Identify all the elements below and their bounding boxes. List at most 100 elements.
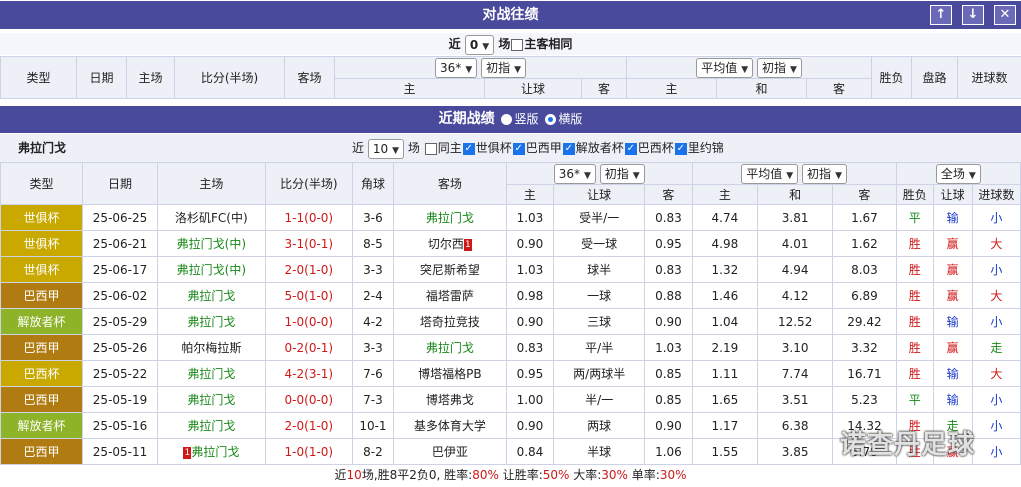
score[interactable]: 1-0(1-0): [264, 438, 353, 465]
avg-select[interactable]: 平均值 ▼: [741, 163, 799, 184]
move-up-button[interactable]: ↑: [930, 5, 952, 25]
handicap-result-text: 输: [946, 367, 959, 381]
score[interactable]: 1-1(0-0): [264, 204, 353, 231]
scope-select[interactable]: 全场 ▼: [935, 163, 981, 184]
table-row[interactable]: 巴西杯 25-05-22 弗拉门戈 4-2(3-1) 7-6 博塔福格PB 0.95 两/两球…: [0, 360, 1021, 387]
away-team[interactable]: 弗拉门戈: [392, 204, 507, 231]
table-row[interactable]: 巴西甲 25-05-26 帕尔梅拉斯 0-2(0-1) 3-3 弗拉门戈 0.83 平/半 1.…: [0, 334, 1021, 361]
goals-result-text: 小: [990, 393, 1003, 407]
home-team[interactable]: 弗拉门戈: [156, 386, 266, 413]
away-team[interactable]: 博塔福格PB: [392, 360, 507, 387]
home-team[interactable]: 弗拉门戈: [156, 308, 266, 335]
summary-text: 单率:: [627, 468, 660, 482]
field-label: 场: [498, 37, 511, 51]
filter-checkbox[interactable]: ✓: [674, 142, 687, 155]
filter-checkbox[interactable]: ✓: [462, 142, 475, 155]
match-type-text: 解放者杯: [17, 419, 66, 433]
h2h-count-select[interactable]: 0 ▼: [464, 34, 495, 55]
score-text: 1-0(0-0): [284, 314, 334, 329]
watermark: 诺查丹足球: [840, 430, 976, 460]
recent-header: 近期战绩 竖版 横版: [0, 106, 1021, 133]
score[interactable]: 2-0(1-0): [264, 256, 353, 283]
near-label: 近: [448, 37, 461, 51]
sub-home: 主: [505, 184, 555, 205]
handicap-result: 输: [932, 204, 973, 231]
odds-home: 0.84: [505, 438, 555, 465]
close-button[interactable]: ✕: [994, 5, 1016, 25]
odds-type-select[interactable]: 初指 ▼: [599, 163, 645, 184]
match-type-text: 解放者杯: [17, 315, 66, 329]
same-home-away-checkbox[interactable]: [511, 38, 524, 51]
score[interactable]: 1-0(0-0): [264, 308, 353, 335]
goals-result: 大: [971, 282, 1021, 309]
home-team[interactable]: 弗拉门戈(中): [156, 230, 266, 257]
away-team[interactable]: 塔奇拉竞技: [392, 308, 507, 335]
handicap-result: 赢: [932, 282, 973, 309]
home-team[interactable]: 弗拉门戈: [156, 282, 266, 309]
col-result: 胜负: [871, 56, 913, 99]
result-text: 胜: [908, 289, 921, 303]
filter-checkbox[interactable]: ✓: [624, 142, 637, 155]
score[interactable]: 4-2(3-1): [264, 360, 353, 387]
table-row[interactable]: 解放者杯 25-05-29 弗拉门戈 1-0(0-0) 4-2 塔奇拉竞技 0.90 三球 0.…: [0, 308, 1021, 335]
odds-home: 0.98: [505, 282, 555, 309]
table-row[interactable]: 巴西甲 25-05-19 弗拉门戈 0-0(0-0) 7-3 博塔弗戈 1.00 半/一 0.8…: [0, 386, 1021, 413]
away-team[interactable]: 福塔雷萨: [392, 282, 507, 309]
goals-result: 走: [971, 334, 1021, 361]
home-team[interactable]: 弗拉门戈: [156, 360, 266, 387]
summary-count: 10: [346, 468, 362, 482]
goals-result-text: 大: [990, 289, 1003, 303]
company-select-cell: 36* ▼ 初指 ▼: [505, 162, 693, 185]
corners-text: 8-5: [363, 236, 383, 251]
move-down-button[interactable]: ↓: [962, 5, 984, 25]
away-team[interactable]: 基多体育大学: [392, 412, 507, 439]
home-team[interactable]: 洛杉矶FC(中): [156, 204, 266, 231]
goals-result: 小: [971, 438, 1021, 465]
away-team[interactable]: 弗拉门戈: [392, 334, 507, 361]
home-team[interactable]: 1弗拉门戈: [156, 438, 266, 465]
company-select[interactable]: 36* ▼: [435, 57, 478, 78]
table-row[interactable]: 世俱杯 25-06-25 洛杉矶FC(中) 1-1(0-0) 3-6 弗拉门戈 1.03 受半…: [0, 204, 1021, 231]
vertical-radio[interactable]: [501, 113, 513, 125]
home-team[interactable]: 帕尔梅拉斯: [156, 334, 266, 361]
filter-checkbox[interactable]: ✓: [512, 142, 525, 155]
away-team[interactable]: 巴伊亚: [392, 438, 507, 465]
filter-checkbox[interactable]: ✓: [562, 142, 575, 155]
away-team[interactable]: 突尼斯希望: [392, 256, 507, 283]
odds-type-select[interactable]: 初指 ▼: [481, 57, 526, 78]
company-select[interactable]: 36* ▼: [553, 163, 596, 184]
score[interactable]: 2-0(1-0): [264, 412, 353, 439]
avg-value: 平均值: [701, 60, 738, 75]
away-team[interactable]: 博塔弗戈: [392, 386, 507, 413]
odds-type2-select[interactable]: 初指 ▼: [756, 57, 802, 78]
euro-draw-text: 3.10: [781, 340, 809, 355]
score[interactable]: 5-0(1-0): [264, 282, 353, 309]
sub-draw: 和: [757, 184, 834, 205]
table-row[interactable]: 巴西甲 25-06-02 弗拉门戈 5-0(1-0) 2-4 福塔雷萨 0.98 一球 0.88…: [0, 282, 1021, 309]
filter-checkbox[interactable]: [424, 142, 437, 155]
euro-home: 1.55: [691, 438, 759, 465]
score[interactable]: 0-2(0-1): [264, 334, 353, 361]
result: 胜: [895, 230, 934, 257]
recent-count-select[interactable]: 10 ▼: [367, 138, 405, 159]
home-team[interactable]: 弗拉门戈(中): [156, 256, 266, 283]
corners: 10-1: [351, 412, 394, 439]
chevron-down-icon: ▼: [583, 170, 591, 181]
corners: 3-3: [351, 256, 394, 283]
table-row[interactable]: 世俱杯 25-06-21 弗拉门戈(中) 3-1(0-1) 8-5 切尔西1 0.90 受一球…: [0, 230, 1021, 257]
odds-away-text: 1.03: [655, 340, 682, 355]
away-team[interactable]: 切尔西1: [392, 230, 507, 257]
corners: 7-6: [351, 360, 394, 387]
match-type-text: 巴西杯: [23, 367, 60, 381]
avg-select[interactable]: 平均值 ▼: [696, 57, 754, 78]
score-text: 1-1(0-0): [284, 210, 334, 225]
table-row[interactable]: 世俱杯 25-06-17 弗拉门戈(中) 2-0(1-0) 3-3 突尼斯希望 1.03 球半…: [0, 256, 1021, 283]
odds-type2-select[interactable]: 初指 ▼: [802, 163, 847, 184]
score[interactable]: 3-1(0-1): [264, 230, 353, 257]
horizontal-radio[interactable]: [545, 113, 557, 125]
home-team[interactable]: 弗拉门戈: [156, 412, 266, 439]
handicap: 一球: [553, 282, 646, 309]
score[interactable]: 0-0(0-0): [264, 386, 353, 413]
away-team-text: 塔奇拉竞技: [419, 315, 480, 329]
corners-text: 2-4: [363, 288, 383, 303]
